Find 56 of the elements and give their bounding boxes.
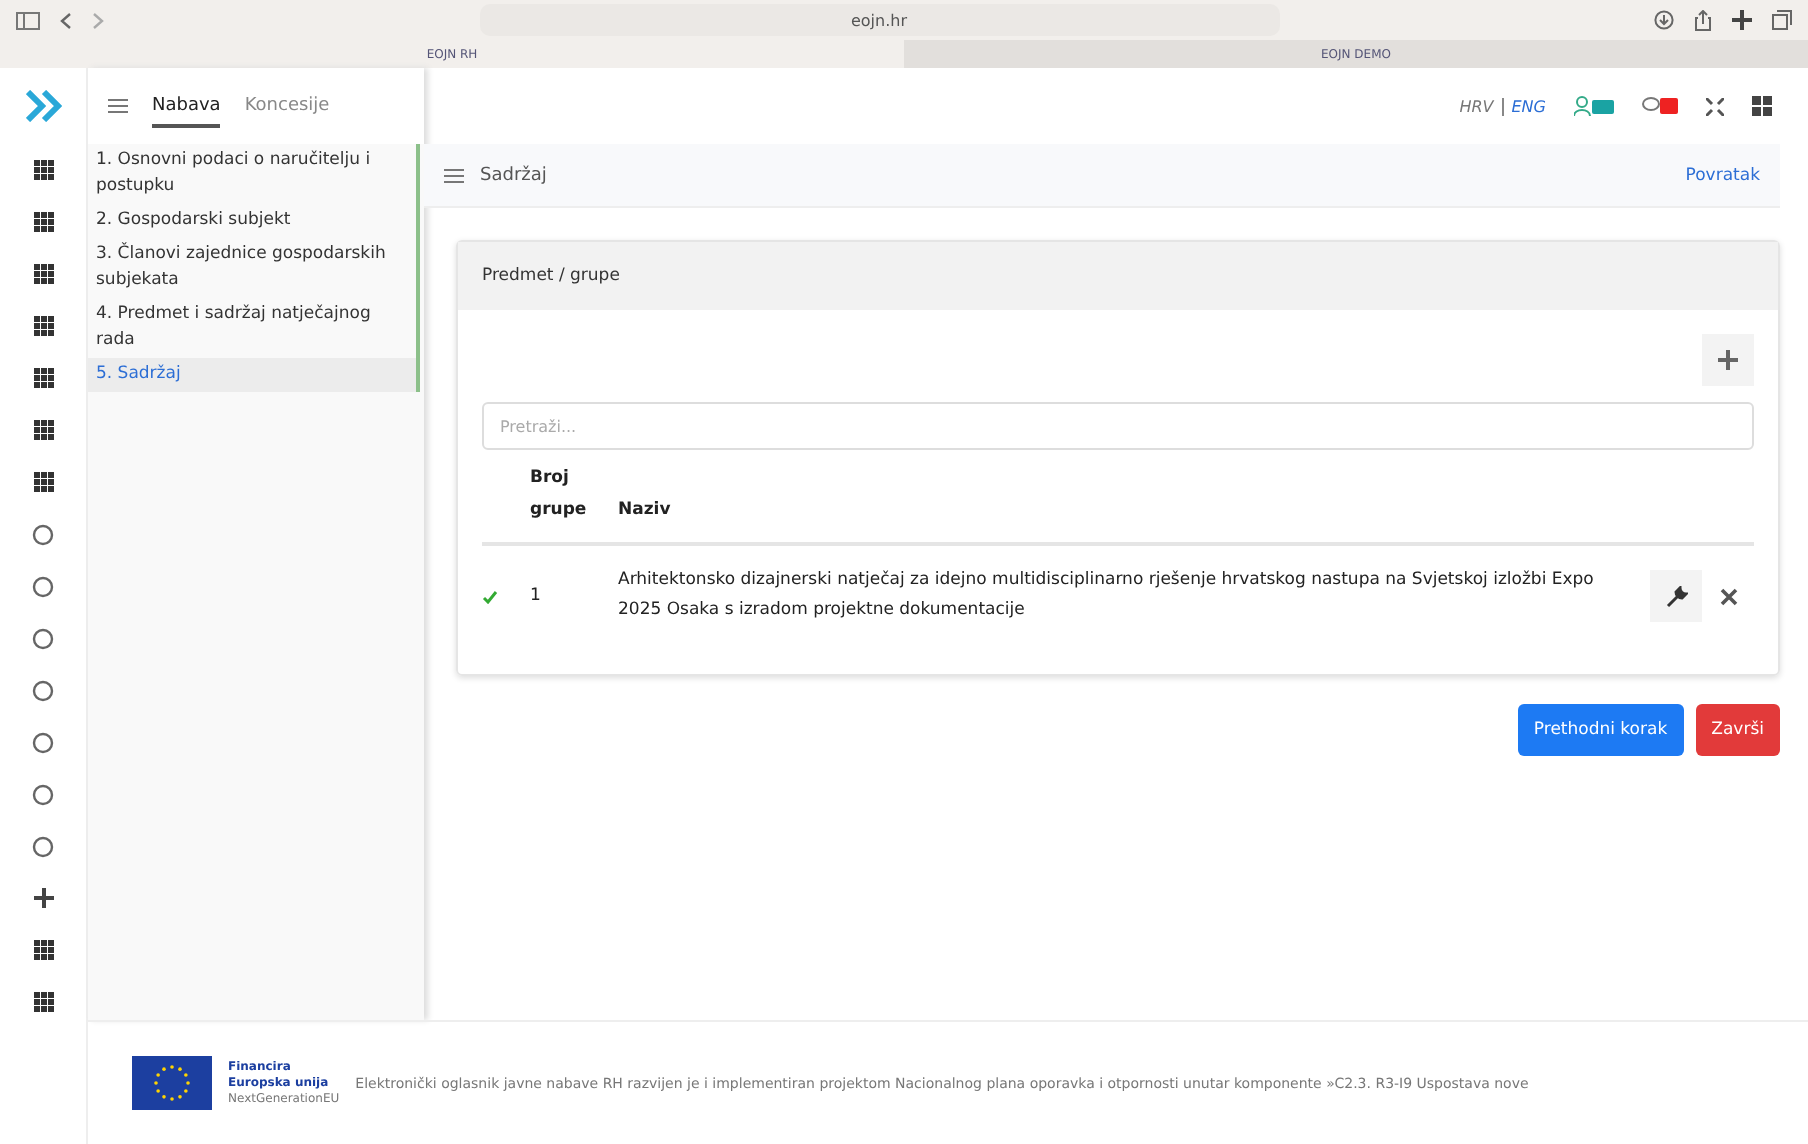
back-link[interactable]: Povratak [1685,165,1760,185]
download-icon[interactable] [1654,10,1674,30]
grid-icon[interactable] [33,992,53,1012]
sidebar-item[interactable]: 1. Osnovni podaci o naručitelju i postupku [88,144,416,204]
close-icon[interactable] [1719,587,1737,605]
previous-button[interactable]: Prethodni korak [1517,704,1684,756]
circle-icon[interactable] [32,835,54,857]
circle-icon[interactable] [32,627,54,649]
sidebar-item[interactable]: 5. Sadržaj [88,358,416,392]
language-link[interactable]: ENG [1511,97,1546,115]
circle-icon[interactable] [32,679,54,701]
nav-tab[interactable]: Koncesije [244,84,330,128]
edit-button[interactable] [1650,570,1702,622]
grid-icon[interactable] [33,420,53,440]
plus-icon[interactable] [1718,350,1738,370]
flag-icon [132,1056,212,1110]
menu-icon[interactable] [108,98,128,114]
column-header: Broj grupe [530,466,589,524]
menu-icon[interactable] [444,167,464,183]
nav-tab[interactable]: Nabava [152,84,221,128]
grid-icon[interactable] [33,472,53,492]
wrench-icon[interactable] [1665,585,1687,607]
grid-icon[interactable] [33,368,53,388]
fullscreen-icon[interactable] [1706,97,1724,115]
grid-icon[interactable] [33,264,53,284]
sidebar-item[interactable]: 3. Članovi zajednice gospodarskih subjekata [88,238,416,298]
tabs-icon[interactable] [1772,10,1792,30]
logo-icon[interactable] [25,90,61,122]
circle-icon[interactable] [32,731,54,753]
new-tab-icon[interactable] [1732,10,1752,30]
table-cell-text: Arhitektonsko dizajnerski natječaj za idejno multidisciplinarno rješenje hrvatskog nastupa na Svjetskoj izložbi Expo 2025 Osaka s izradom projektne dokumentacije [618,568,1596,624]
circle-icon[interactable] [32,783,54,805]
column-header: Naziv [618,498,673,524]
sidebar-item[interactable]: 4. Predmet i sadržaj natječajnog rada [88,298,416,358]
plus-icon[interactable] [33,888,53,908]
grid-icon[interactable] [33,940,53,960]
chat-icon[interactable] [1642,96,1678,116]
grid-icon[interactable] [33,160,53,180]
sidebar-icon[interactable] [16,11,40,29]
grid-icon[interactable] [33,316,53,336]
sidebar-item[interactable]: 2. Gospodarski subjekt [88,204,416,238]
grid-icon[interactable] [33,212,53,232]
circle-icon[interactable] [32,575,54,597]
address-bar[interactable]: eojn.hr [479,4,1279,36]
table-cell-text: 1 [530,583,543,609]
apps-icon[interactable] [1752,96,1772,116]
card-title: Predmet / grupe [458,242,1778,310]
language-link[interactable]: HRV [1459,97,1494,115]
finish-button[interactable]: Završi [1695,704,1780,756]
users-icon[interactable] [1574,96,1614,116]
circle-icon[interactable] [32,523,54,545]
share-icon[interactable] [1694,9,1712,31]
add-button[interactable] [1702,334,1754,386]
back-icon[interactable] [60,11,72,29]
search-field[interactable]: Pretraži... [482,402,1754,450]
page-title: Sadržaj [480,165,547,185]
